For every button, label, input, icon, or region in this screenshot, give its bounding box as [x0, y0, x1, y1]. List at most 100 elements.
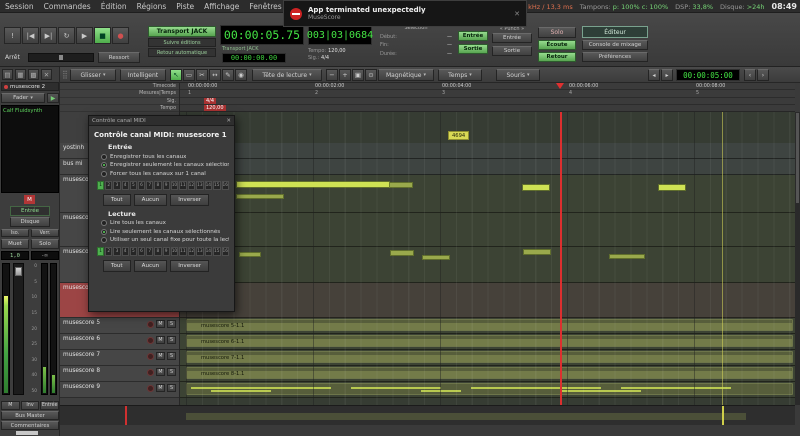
playhead-cursor[interactable] — [560, 112, 562, 405]
summary-playhead[interactable] — [125, 406, 127, 425]
strip-bottom-button-1[interactable]: M — [1, 401, 20, 410]
track-header-musescore-6[interactable]: musescore 6 MS — [60, 334, 180, 350]
channel-button-10[interactable]: 10 — [171, 181, 178, 190]
tempo-display[interactable]: Tempo:120,00 — [308, 48, 346, 54]
plugin-entry[interactable]: Calf Fluidsynth — [2, 106, 58, 116]
radio-option[interactable]: Enregistrer seulement les canaux sélecti… — [101, 162, 229, 168]
channel-button-11[interactable]: 11 — [179, 181, 186, 190]
track-name-label[interactable]: musescore 6 — [63, 336, 100, 342]
stretch-tool[interactable]: ↔ — [209, 69, 221, 81]
track-solo-button[interactable]: S — [167, 336, 176, 344]
audition-button[interactable]: Écoute — [538, 40, 576, 50]
menu-item-7[interactable]: Fenêtres — [244, 0, 286, 13]
track-name-label[interactable]: yostinh — [63, 145, 84, 151]
channel-button-9[interactable]: 9 — [163, 247, 170, 256]
gain-display[interactable]: 1,0 — [1, 251, 29, 260]
channel-button-6[interactable]: 6 — [138, 247, 145, 256]
channel-button-5[interactable]: 5 — [130, 247, 137, 256]
selection-row-value[interactable]: — — [447, 34, 452, 40]
strip-mute-button[interactable]: Muet — [1, 239, 29, 249]
midi-note[interactable] — [524, 250, 550, 254]
menu-item-1[interactable]: Session — [0, 0, 39, 13]
output-routing-button[interactable]: Bus Master — [1, 411, 59, 420]
track-solo-button[interactable]: S — [167, 320, 176, 328]
monitor-input-button[interactable]: Entrée — [10, 206, 50, 216]
nudge-forward-button[interactable]: ▸ — [661, 69, 673, 81]
channel-button-12[interactable]: 12 — [188, 181, 195, 190]
track-mute-button[interactable]: M — [156, 320, 165, 328]
channel-button-1[interactable]: 1 — [97, 181, 104, 190]
feedback-button[interactable]: Retour — [538, 52, 576, 62]
channel-button-13[interactable]: 13 — [196, 247, 203, 256]
internal-edit-tool[interactable]: ◉ — [235, 69, 247, 81]
channel-button-7[interactable]: 7 — [146, 181, 153, 190]
channel-button-11[interactable]: 11 — [179, 247, 186, 256]
track-solo-button[interactable]: S — [167, 384, 176, 392]
dialog-titlebar[interactable]: Contrôle canal MIDI ✕ — [89, 116, 234, 126]
inverser-button[interactable]: Inverser — [170, 260, 209, 272]
channel-button-15[interactable]: 15 — [213, 247, 220, 256]
channel-button-3[interactable]: 3 — [113, 247, 120, 256]
loop-button[interactable]: ↻ — [58, 27, 75, 44]
fader-handle[interactable] — [15, 267, 22, 276]
channel-button-2[interactable]: 2 — [105, 247, 112, 256]
trim-play-icon[interactable]: ▶ — [47, 93, 59, 103]
location-marker[interactable]: 4694 — [448, 131, 469, 140]
record-arm-button[interactable] — [147, 385, 154, 392]
midi-note[interactable] — [391, 251, 413, 255]
secondary-clock[interactable]: 00:00:00.00 — [222, 53, 286, 63]
grab-tool[interactable]: ↖ — [170, 69, 182, 81]
session-end-marker[interactable] — [722, 112, 723, 405]
radio-option[interactable]: Lire tous les canaux — [101, 220, 229, 226]
toolbar-grip-icon[interactable]: ⣿ — [62, 70, 68, 79]
nudge-back-button[interactable]: ◂ — [648, 69, 660, 81]
channel-button-14[interactable]: 14 — [205, 247, 212, 256]
record-arm-button[interactable] — [147, 369, 154, 376]
selection-row-value[interactable]: — — [447, 42, 452, 48]
meter-marker[interactable]: 4/4 — [204, 98, 216, 104]
snap-mode-dropdown[interactable]: Magnétique▾ — [378, 69, 434, 81]
midi-note[interactable] — [237, 195, 283, 198]
radio-option[interactable]: Utiliser un seul canal fixe pour toute l… — [101, 237, 229, 243]
inverser-button[interactable]: Inverser — [170, 194, 209, 206]
auto-return-button[interactable]: Retour automatique — [148, 48, 216, 57]
midi-note[interactable] — [237, 182, 389, 187]
gain-fader[interactable] — [13, 263, 24, 395]
radio-button-icon[interactable] — [101, 237, 107, 243]
radio-button-icon[interactable] — [101, 229, 107, 235]
track-name-label[interactable]: musescore 5 — [63, 320, 100, 326]
mixer-tab-button[interactable]: Console de mixage — [582, 40, 648, 50]
range-tool[interactable]: ▭ — [183, 69, 195, 81]
next-marker-button[interactable]: › — [757, 69, 769, 81]
track-header-musescore-8[interactable]: musescore 8MS — [60, 366, 180, 382]
smart-mode-button[interactable]: Intelligent — [120, 69, 166, 81]
track-mute-button[interactable]: M — [156, 368, 165, 376]
record-arm-button[interactable] — [147, 353, 154, 360]
follow-edits-button[interactable]: Suivre éditions — [148, 38, 216, 47]
channel-button-6[interactable]: 6 — [138, 181, 145, 190]
track-name-label[interactable]: bus mi — [63, 161, 82, 167]
punch-out-button[interactable]: Sortie — [492, 46, 532, 56]
solo-isolate-button[interactable]: Iso. — [1, 229, 29, 237]
channel-button-5[interactable]: 5 — [130, 181, 137, 190]
mixer-track-name[interactable]: musescore 2 — [1, 82, 59, 91]
solo-lock-button[interactable]: Verr. — [31, 229, 59, 237]
timeline-ruler[interactable]: 00:00:00:0000:00:02:0000:00:04:0000:00:0… — [180, 83, 795, 112]
nudge-clock[interactable]: 00:00:05:00 — [676, 69, 740, 81]
channel-button-2[interactable]: 2 — [105, 181, 112, 190]
vertical-scrollbar[interactable] — [795, 112, 800, 405]
primary-clock[interactable]: 00:00:05.75 — [220, 25, 304, 45]
midi-note[interactable] — [423, 256, 449, 259]
shuttle-handle[interactable] — [59, 55, 63, 60]
bars-ruler[interactable]: 12345 — [180, 90, 795, 97]
tempo-marker[interactable]: 120,00 — [204, 105, 226, 111]
processor-box[interactable]: Calf Fluidsynth — [1, 105, 59, 193]
cut-tool[interactable]: ✂ — [196, 69, 208, 81]
preferences-button[interactable]: Préférences — [582, 52, 648, 62]
channel-button-8[interactable]: 8 — [154, 181, 161, 190]
jack-transport-button[interactable]: Transport JACK — [148, 26, 216, 37]
zoom-focus-button[interactable]: ⊙ — [365, 69, 377, 81]
menu-item-2[interactable]: Commandes — [39, 0, 96, 13]
track-mute-button[interactable]: M — [156, 336, 165, 344]
timecode-ruler[interactable]: 00:00:00:0000:00:02:0000:00:04:0000:00:0… — [180, 83, 795, 90]
